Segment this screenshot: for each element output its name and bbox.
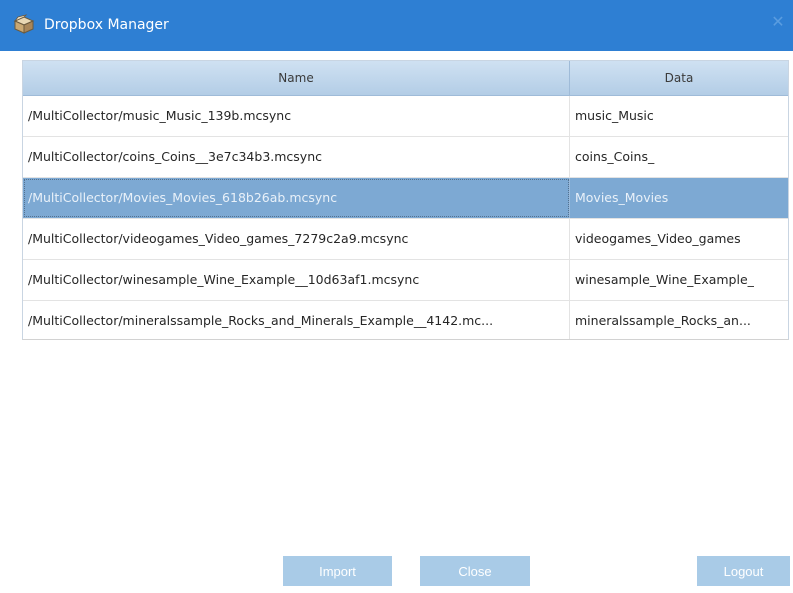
cell-name: /MultiCollector/winesample_Wine_Example_… [23,260,570,300]
table-row[interactable]: /MultiCollector/mineralssample_Rocks_and… [23,301,788,339]
dropbox-manager-window: Dropbox Manager ✕ Name Data /MultiCollec… [0,0,793,593]
close-button[interactable]: Close [420,556,530,586]
column-header-name[interactable]: Name [23,61,570,95]
close-icon[interactable]: ✕ [769,13,787,31]
cell-data: coins_Coins_ [575,149,655,164]
table-header: Name Data [23,61,788,96]
cell-data: winesample_Wine_Example_ [575,272,754,287]
dropbox-box-icon [13,14,35,34]
cell-data: videogames_Video_games [575,231,741,246]
import-button[interactable]: Import [283,556,392,586]
title-bar: Dropbox Manager ✕ [0,0,793,51]
cell-data: Movies_Movies [575,190,669,205]
column-header-data[interactable]: Data [570,61,788,95]
cell-name: /MultiCollector/coins_Coins__3e7c34b3.mc… [23,137,570,177]
window-title: Dropbox Manager [44,17,169,33]
table-row[interactable]: /MultiCollector/videogames_Video_games_7… [23,219,788,260]
cell-name: /MultiCollector/Movies_Movies_618b26ab.m… [23,178,570,218]
table-row[interactable]: /MultiCollector/winesample_Wine_Example_… [23,260,788,301]
table-row[interactable]: /MultiCollector/music_Music_139b.mcsync … [23,96,788,137]
cell-name: /MultiCollector/videogames_Video_games_7… [23,219,570,259]
files-table: Name Data /MultiCollector/music_Music_13… [22,60,789,340]
cell-name: /MultiCollector/mineralssample_Rocks_and… [23,301,570,339]
table-row-selected[interactable]: /MultiCollector/Movies_Movies_618b26ab.m… [23,178,788,219]
cell-data: mineralssample_Rocks_an... [575,313,751,328]
logout-button[interactable]: Logout [697,556,790,586]
table-row[interactable]: /MultiCollector/coins_Coins__3e7c34b3.mc… [23,137,788,178]
cell-data: music_Music [575,108,654,123]
cell-name: /MultiCollector/music_Music_139b.mcsync [23,96,570,136]
